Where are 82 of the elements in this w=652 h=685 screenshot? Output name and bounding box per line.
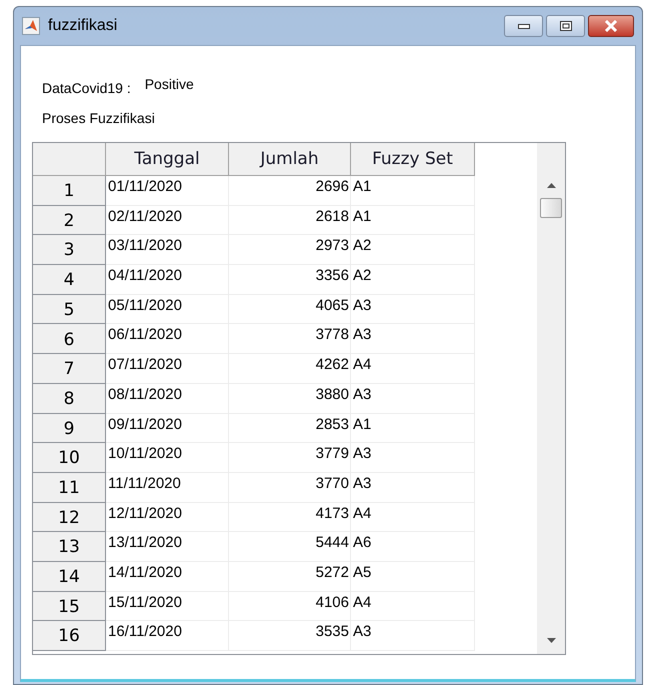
table-cell: 07/11/2020	[106, 354, 229, 384]
scroll-up-arrow-icon[interactable]	[546, 183, 556, 188]
row-header[interactable]: 9	[33, 414, 106, 444]
app-logo-icon	[22, 17, 40, 35]
table-cell: 2618	[229, 206, 351, 236]
table-cell: A3	[351, 324, 475, 354]
scroll-thumb[interactable]	[540, 198, 562, 218]
table-cell: 3778	[229, 324, 351, 354]
table-cell: 2973	[229, 235, 351, 266]
table-cell: A3	[351, 621, 475, 651]
row-header[interactable]: 4	[33, 265, 106, 295]
table-cell: 15/11/2020	[106, 592, 229, 622]
table-cell: 03/11/2020	[106, 235, 229, 266]
window-title: fuzzifikasi	[48, 16, 118, 36]
table-cell: 3356	[229, 265, 351, 295]
table-cell: 3535	[229, 621, 351, 651]
table-cell: A6	[351, 532, 475, 562]
table-cell: A3	[351, 472, 475, 503]
table-cell: A3	[351, 384, 475, 414]
table-cell: 16/11/2020	[106, 621, 229, 651]
table-cell: 04/11/2020	[106, 265, 229, 295]
table-cell: A1	[351, 176, 475, 206]
restore-icon	[560, 21, 572, 31]
table-cell: 2696	[229, 176, 351, 206]
table-cell: 5444	[229, 532, 351, 562]
table-cell: 13/11/2020	[106, 532, 229, 562]
row-header[interactable]: 13	[33, 532, 106, 562]
table-cell: 09/11/2020	[106, 414, 229, 444]
row-header[interactable]: 14	[33, 562, 106, 592]
row-header[interactable]: 3	[33, 235, 106, 266]
table-cell: 01/11/2020	[106, 176, 229, 206]
table-cell: 11/11/2020	[106, 472, 229, 503]
table-cell: 08/11/2020	[106, 384, 229, 414]
section-title: Proses Fuzzifikasi	[42, 110, 156, 126]
table-cell: 3770	[229, 472, 351, 503]
row-header[interactable]: 10	[33, 443, 106, 473]
minimize-button[interactable]	[504, 15, 543, 37]
table-cell: 06/11/2020	[106, 324, 229, 354]
table-cell: 02/11/2020	[106, 206, 229, 236]
table-cell: A4	[351, 592, 475, 622]
row-header[interactable]: 15	[33, 592, 106, 622]
close-icon	[604, 20, 618, 32]
column-header[interactable]: Fuzzy Set	[351, 143, 475, 176]
scroll-down-arrow-icon[interactable]	[546, 638, 556, 643]
row-header[interactable]: 1	[33, 176, 106, 206]
row-header[interactable]: 12	[33, 502, 106, 532]
row-header[interactable]: 6	[33, 324, 106, 354]
row-header[interactable]: 7	[33, 354, 106, 384]
close-button[interactable]	[588, 15, 634, 37]
minimize-icon	[518, 24, 530, 28]
row-header[interactable]: 5	[33, 294, 106, 324]
table-cell: 3880	[229, 384, 351, 414]
table-cell: 4065	[229, 294, 351, 324]
row-header[interactable]: 11	[33, 472, 106, 503]
table-cell: 14/11/2020	[106, 562, 229, 592]
table-cell: 4106	[229, 592, 351, 622]
table-cell: 05/11/2020	[106, 294, 229, 324]
table-cell: 3779	[229, 443, 351, 473]
table-cell: A1	[351, 414, 475, 444]
scrollbar[interactable]	[537, 143, 565, 654]
table-cell: A5	[351, 562, 475, 592]
column-header[interactable]: Jumlah	[229, 143, 351, 176]
data-label: DataCovid19 :	[42, 80, 131, 96]
table-cell: A3	[351, 294, 475, 324]
table-cell: A2	[351, 265, 475, 295]
table-cell: 2853	[229, 414, 351, 444]
column-header[interactable]: Tanggal	[106, 143, 229, 176]
table-cell: A4	[351, 502, 475, 532]
row-header[interactable]: 2	[33, 206, 106, 236]
table-cell: 10/11/2020	[106, 443, 229, 473]
table-cell: A2	[351, 235, 475, 266]
row-header[interactable]: 8	[33, 384, 106, 414]
table-cell: A4	[351, 354, 475, 384]
table-cell: 5272	[229, 562, 351, 592]
data-value: Positive	[144, 76, 194, 92]
table-cell: 4262	[229, 354, 351, 384]
table-cell: 12/11/2020	[106, 502, 229, 532]
table-cell: A1	[351, 206, 475, 236]
row-header[interactable]: 16	[33, 621, 106, 651]
table-cell: A3	[351, 443, 475, 473]
maximize-button[interactable]	[546, 15, 585, 37]
table-cell: 4173	[229, 502, 351, 532]
